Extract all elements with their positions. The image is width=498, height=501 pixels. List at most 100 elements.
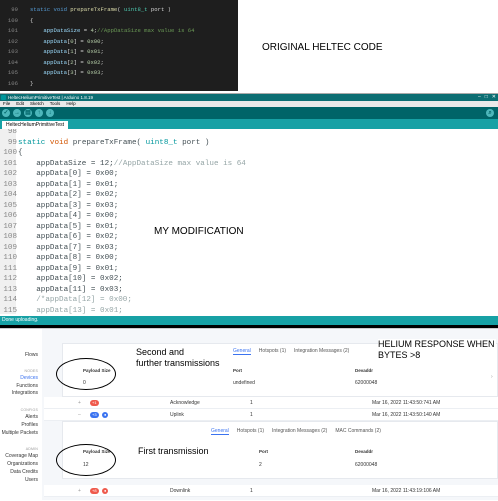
event-badge: +3 bbox=[90, 412, 99, 418]
code-token: { bbox=[18, 149, 23, 157]
line-number: 99 bbox=[11, 6, 18, 13]
line-number: 103 bbox=[7, 48, 18, 55]
line-number: 112 bbox=[3, 275, 17, 283]
code-line: 113 appData[11] = 0x03; bbox=[0, 285, 498, 296]
table-row[interactable]: + +1 Acknowledge 1 Mar 16, 2022 11:43:50… bbox=[44, 397, 498, 409]
line-number: 102 bbox=[3, 170, 17, 178]
code-line: 104 appData[2] = 0x02; bbox=[0, 190, 498, 201]
code-token: { bbox=[30, 16, 34, 24]
verify-icon[interactable]: ✓ bbox=[2, 109, 10, 117]
code-line: 114 /*appData[12] = 0x00; bbox=[0, 295, 498, 306]
code-text: appData[3] = 0x03; bbox=[18, 201, 118, 212]
code-line: 105 appData[3] = 0x03; bbox=[0, 201, 498, 212]
code-text: appData[0] = 0x00; bbox=[30, 37, 104, 47]
code-text: { bbox=[18, 148, 23, 159]
close-button[interactable]: ✕ bbox=[492, 94, 496, 101]
line-number: 100 bbox=[3, 149, 17, 157]
sidebar-item-multiple-packets[interactable]: Multiple Packets bbox=[2, 430, 38, 436]
header-port: Port bbox=[259, 449, 268, 454]
tab-general[interactable]: General bbox=[211, 428, 229, 435]
sidebar-item-organizations[interactable]: Organizations bbox=[7, 461, 38, 467]
header-devaddr: Devaddr bbox=[355, 449, 374, 454]
code-line: 105 appData[3] = 0x03; bbox=[0, 68, 238, 78]
code-token: = bbox=[80, 27, 91, 34]
table-row[interactable]: + +8 ● Downlink 1 Mar 16, 2022 11:43:19:… bbox=[44, 485, 498, 497]
event-badge: +8 bbox=[90, 488, 99, 494]
code-line: 104 appData[2] = 0x02; bbox=[0, 58, 238, 68]
code-text: appData[8] = 0x00; bbox=[18, 253, 118, 264]
sidebar-item-data-credits[interactable]: Data Credits bbox=[10, 469, 38, 475]
code-token: static bbox=[18, 138, 50, 147]
code-token: prepareTxFrame bbox=[70, 6, 118, 13]
tab-sketch[interactable]: HeltecHeliumPrimitiveTest bbox=[2, 121, 69, 129]
code-line: 115 appData[13] = 0x01; bbox=[0, 306, 498, 315]
code-line: 102 appData[0] = 0x00; bbox=[0, 169, 498, 180]
code-token: port ) bbox=[177, 138, 210, 147]
code-line: 112 appData[10] = 0x02; bbox=[0, 274, 498, 285]
tab-general[interactable]: General bbox=[233, 348, 251, 355]
sidebar-item-coverage[interactable]: Coverage Map bbox=[5, 453, 38, 459]
sidebar-item-devices[interactable]: Devices bbox=[20, 375, 38, 381]
highlight-ellipse-bottom bbox=[56, 444, 116, 476]
event-count: 1 bbox=[250, 400, 253, 406]
code-line: 108 appData[6] = 0x02; bbox=[0, 232, 498, 243]
sidebar-item-profiles[interactable]: Profiles bbox=[21, 422, 38, 428]
line-number: 110 bbox=[3, 254, 17, 262]
table-row[interactable]: – +3 ● Uplink 1 Mar 16, 2022 11:43:50:14… bbox=[44, 409, 498, 421]
minimize-button[interactable]: – bbox=[478, 94, 481, 101]
code-token: ; bbox=[100, 69, 104, 76]
code-line: 101 appDataSize = 12;//AppDataSize max v… bbox=[0, 159, 498, 170]
expand-icon[interactable]: + bbox=[78, 400, 81, 406]
code-editor[interactable]: MY MODIFICATION 98 99 static void prepareT… bbox=[0, 129, 498, 314]
code-token: ; bbox=[100, 37, 104, 45]
sidebar-header-nodes: NODES bbox=[24, 369, 38, 373]
code-token: uint8_t bbox=[145, 138, 178, 147]
code-token: 0x01 bbox=[87, 48, 101, 55]
code-token: ] = bbox=[73, 58, 88, 66]
sidebar-item-alerts[interactable]: Alerts bbox=[25, 414, 38, 420]
save-icon[interactable]: ↓ bbox=[46, 109, 54, 117]
tab-mac-commands[interactable]: MAC Commands (2) bbox=[335, 428, 381, 435]
code-token: appDataSize = 12; bbox=[18, 159, 114, 168]
code-text: appData[11] = 0x03; bbox=[18, 285, 123, 296]
original-code-panel: 99 static void prepareTxFrame( uint8_t po… bbox=[0, 0, 498, 93]
new-icon[interactable]: ▤ bbox=[24, 109, 32, 117]
tab-hotspots[interactable]: Hotspots (1) bbox=[259, 348, 286, 355]
collapse-icon[interactable]: – bbox=[78, 412, 81, 418]
sidebar-item-users[interactable]: Users bbox=[25, 477, 38, 483]
tab-hotspots[interactable]: Hotspots (1) bbox=[237, 428, 264, 435]
code-token: appData[13] = 0x01; bbox=[18, 306, 123, 315]
code-line: 99 static void prepareTxFrame( uint8_t po… bbox=[0, 138, 498, 149]
tab-integration-messages[interactable]: Integration Messages (2) bbox=[272, 428, 327, 435]
code-token: void bbox=[53, 6, 71, 13]
helium-console: Flows NODES Devices Functions Integratio… bbox=[0, 328, 498, 501]
value-port: 2 bbox=[259, 462, 262, 468]
code-token: appData[3] = 0x03; bbox=[18, 201, 119, 210]
line-number: 105 bbox=[3, 201, 17, 210]
code-text: } bbox=[30, 79, 33, 89]
open-icon[interactable]: ↑ bbox=[35, 109, 43, 117]
upload-icon[interactable]: → bbox=[13, 109, 21, 117]
code-token: appData[6] = 0x02; bbox=[18, 233, 119, 241]
sidebar-item-flows[interactable]: Flows bbox=[25, 352, 38, 358]
event-count: 1 bbox=[250, 412, 253, 418]
code-token: /*appData[12] = 0x00; bbox=[18, 296, 132, 304]
sidebar-item-integrations[interactable]: Integrations bbox=[12, 390, 38, 396]
line-number: 101 bbox=[3, 159, 17, 168]
code-token: port ) bbox=[147, 6, 172, 13]
line-number: 100 bbox=[7, 16, 18, 24]
maximize-button[interactable]: □ bbox=[485, 94, 488, 101]
code-line: 100{ bbox=[0, 148, 498, 159]
chevron-right-icon[interactable]: › bbox=[491, 374, 493, 380]
value-devaddr: 62000048 bbox=[355, 380, 378, 386]
code-token: appData[2] = 0x02; bbox=[18, 191, 119, 199]
original-code-editor: 99 static void prepareTxFrame( uint8_t po… bbox=[0, 0, 238, 91]
code-token: //AppDataSize max value is 64 bbox=[113, 159, 246, 168]
tab-integration-messages[interactable]: Integration Messages (2) bbox=[294, 348, 349, 355]
serial-monitor-icon[interactable]: ⌕ bbox=[486, 109, 494, 117]
value-port: undefined bbox=[233, 380, 255, 386]
code-text: appData[4] = 0x00; bbox=[18, 211, 118, 222]
line-number: 102 bbox=[7, 37, 18, 45]
sidebar-item-functions[interactable]: Functions bbox=[16, 383, 38, 389]
expand-icon[interactable]: + bbox=[78, 488, 81, 494]
